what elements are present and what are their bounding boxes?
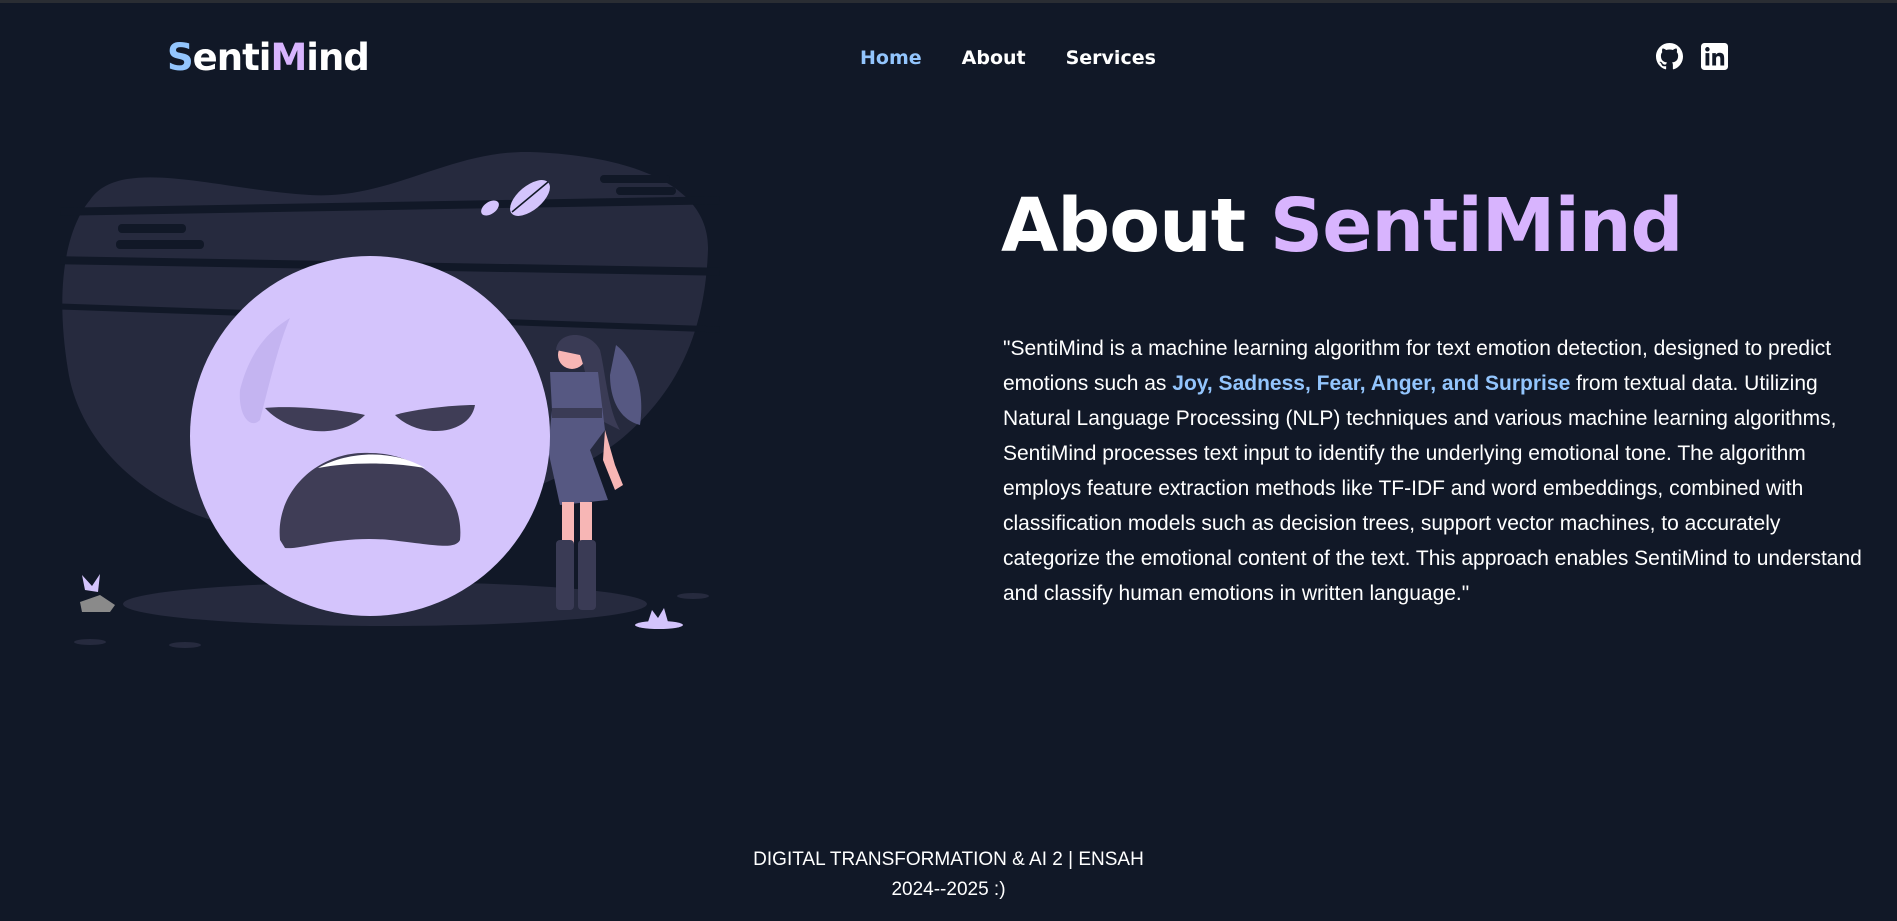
about-description: "SentiMind is a machine learning algorit… [1003, 331, 1873, 611]
woman-figure [548, 335, 642, 610]
logo-part-m: M [270, 36, 307, 79]
logo-part-ind: ind [306, 36, 370, 79]
footer-line2: 2024--2025 :) [891, 879, 1006, 900]
about-heading: About SentiMind [1001, 180, 1684, 272]
github-icon[interactable] [1656, 43, 1683, 70]
about-text-part2: from textual data. Utilizing Natural Lan… [1003, 372, 1862, 605]
footer-line1: DIGITAL TRANSFORMATION & AI 2 | ENSAH [753, 849, 1144, 870]
sad-face-icon [190, 256, 550, 616]
window-top-border [0, 0, 1897, 3]
logo-part-enti: enti [192, 36, 272, 79]
about-heading-prefix: About [1001, 183, 1270, 269]
main-nav: Home About Services [860, 46, 1156, 70]
emotions-highlight: Joy, Sadness, Fear, Anger, and Surprise [1172, 372, 1571, 395]
social-links [1656, 43, 1728, 70]
nav-about[interactable]: About [962, 46, 1026, 70]
sad-emoji-illustration [59, 150, 721, 660]
footer: DIGITAL TRANSFORMATION & AI 2 | ENSAH 20… [0, 845, 1897, 905]
nav-home[interactable]: Home [860, 46, 922, 70]
linkedin-icon[interactable] [1701, 43, 1728, 70]
nav-services[interactable]: Services [1066, 46, 1156, 70]
about-heading-accent: SentiMind [1269, 183, 1684, 269]
brand-logo[interactable]: SentiMind [167, 36, 370, 80]
logo-part-s: S [167, 36, 194, 79]
